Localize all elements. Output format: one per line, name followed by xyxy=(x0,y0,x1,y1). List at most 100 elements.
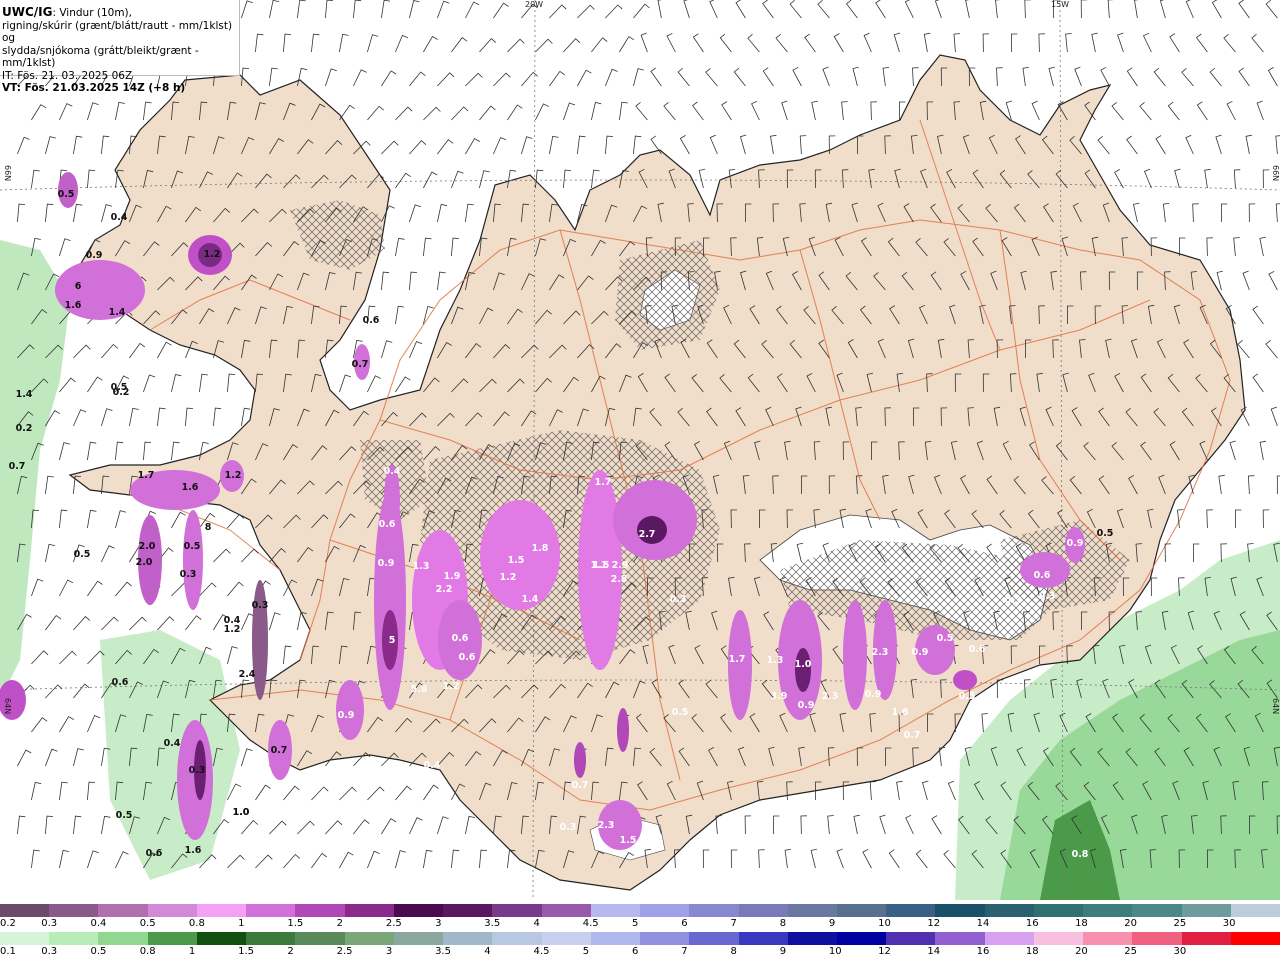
precip-value-label: 2.3 xyxy=(598,820,615,831)
legend-tick-label: 2 xyxy=(287,946,294,957)
precip-value-label: 1.9 xyxy=(444,571,461,582)
snow-legend-bar xyxy=(0,904,1280,917)
legend-tick-label: 8 xyxy=(779,918,787,929)
precip-value-label: 0.6 xyxy=(969,644,986,655)
title-line1: : Vindur (10m), xyxy=(52,7,132,19)
precip-value-label: 2.9 xyxy=(612,560,629,571)
rain-legend-ticks: 0.1 0.3 0.5 0.8 1 1.5 2 2.5 3 3.5 4 4.5 5 6 7 8 9 10 12 14 1… xyxy=(0,946,1280,958)
legend-swatch xyxy=(393,932,444,945)
legend-swatch xyxy=(0,932,50,945)
legend-tick-label: 4.5 xyxy=(582,918,599,929)
precip-value-label: 0.6 xyxy=(452,633,469,644)
legend-tick-label: 5 xyxy=(582,946,590,957)
precip-cell xyxy=(728,610,752,720)
legend-tick-label: 7 xyxy=(730,918,737,929)
legend-tick-label: 30 xyxy=(1173,946,1187,957)
precip-value-label: 1.7 xyxy=(595,477,612,488)
snow-legend-ticks: 0.2 0.3 0.4 0.5 0.8 1 1.5 2 2.5 3 3.5 4 4.5 5 6 7 8 9 10 12… xyxy=(0,918,1280,930)
precip-value-label: 2.2 xyxy=(436,584,453,595)
precip-value-label: 0.7 xyxy=(904,730,921,741)
legend-swatch xyxy=(344,932,394,945)
precip-value-label: 5.8 xyxy=(411,684,428,695)
legend-swatch xyxy=(196,932,247,945)
legend-tick-label: 8 xyxy=(730,946,737,957)
legend-swatch xyxy=(1230,904,1280,917)
lon-label-20w: 20W xyxy=(525,0,544,9)
legend-swatch xyxy=(689,904,739,917)
precip-value-label: 1.7 xyxy=(729,654,746,665)
legend-swatch xyxy=(196,904,247,917)
precip-cell xyxy=(252,580,268,700)
precip-value-label: 5 xyxy=(389,635,396,646)
legend-tick-label: 1 xyxy=(238,918,245,929)
precip-cell xyxy=(55,260,145,320)
precip-value-label: 0.5 xyxy=(58,189,75,200)
legend-swatch xyxy=(49,932,99,945)
precip-value-label: 2.0 xyxy=(139,541,156,552)
legend-tick-label: 2.5 xyxy=(336,946,353,957)
precip-value-label: 0.2 xyxy=(16,423,33,434)
legend-swatch xyxy=(1132,904,1182,917)
precip-cell xyxy=(617,708,629,752)
legend-tick-label: 3.5 xyxy=(484,918,501,929)
precip-value-label: 2.4 xyxy=(239,669,256,680)
legend-swatch xyxy=(1230,932,1280,945)
precip-value-label: 0.9 xyxy=(798,700,815,711)
legend-tick-label: 4 xyxy=(484,946,491,957)
legend-swatch xyxy=(787,932,837,945)
legend-swatch xyxy=(590,932,641,945)
precip-value-label: 2.3 xyxy=(872,647,889,658)
legend-swatch xyxy=(787,904,837,917)
precip-value-label: 0.7 xyxy=(271,745,288,756)
legend-swatch xyxy=(1132,932,1182,945)
precip-value-label: 1.4 xyxy=(16,389,33,400)
legend-swatch xyxy=(98,904,148,917)
legend-tick-label: 2.5 xyxy=(385,918,402,929)
precip-value-label: 0.9 xyxy=(1067,538,1084,549)
lat-label-64n-left: 64N xyxy=(3,698,12,715)
legend-swatch xyxy=(492,904,542,917)
precip-value-label: 1.3 xyxy=(767,655,784,666)
legend-swatch xyxy=(935,904,985,917)
legend-swatch xyxy=(935,932,985,945)
legend-swatch xyxy=(590,904,641,917)
precip-value-label: 0.3 xyxy=(670,594,687,605)
legend-swatch xyxy=(836,904,887,917)
legend-tick-label: 6 xyxy=(681,918,688,929)
precip-value-label: 1.1 xyxy=(591,560,608,571)
precip-value-label: 0.7 xyxy=(352,359,369,370)
legend-swatch xyxy=(984,932,1034,945)
legend-tick-label: 0.3 xyxy=(41,918,58,929)
legend-swatch xyxy=(393,904,444,917)
legend-tick-label: 5 xyxy=(632,918,639,929)
precip-value-label: 0.5 xyxy=(74,549,91,560)
legend-swatch xyxy=(147,932,197,945)
legend-swatch xyxy=(541,932,591,945)
precip-value-label: 0.6 xyxy=(1034,570,1051,581)
legend-tick-label: 20 xyxy=(1124,918,1138,929)
legend-swatch xyxy=(1083,932,1133,945)
precip-value-label: 0.3 xyxy=(180,569,197,580)
legend-swatch xyxy=(836,932,887,945)
precip-value-label: 0.3 xyxy=(1005,595,1022,606)
legend-tick-label: 1 xyxy=(188,946,196,957)
precip-value-label: 1.2 xyxy=(225,470,242,481)
precip-value-label: 0.5 xyxy=(1097,528,1114,539)
legend-tick-label: 25 xyxy=(1173,918,1187,929)
precip-value-label: 1.3 xyxy=(413,561,430,572)
legend-tick-label: 3 xyxy=(435,918,442,929)
precip-value-label: 0.9 xyxy=(865,689,882,700)
legend-tick-label: 16 xyxy=(1025,918,1039,929)
precip-value-label: 1.2 xyxy=(224,624,241,635)
precip-value-label: 1.4 xyxy=(109,307,126,318)
precip-value-label: 0.3 xyxy=(252,600,269,611)
precip-cell xyxy=(795,648,811,692)
legend-tick-label: 0.8 xyxy=(188,918,205,929)
legend-swatch xyxy=(984,904,1034,917)
rain-legend-bar xyxy=(0,932,1280,945)
legend-tick-label: 9 xyxy=(828,918,836,929)
legend-tick-label: 10 xyxy=(828,946,842,957)
legend-tick-label: 4 xyxy=(533,918,540,929)
precip-value-label: 0.8 xyxy=(1072,849,1089,860)
precip-value-label: 0.9 xyxy=(338,710,355,721)
